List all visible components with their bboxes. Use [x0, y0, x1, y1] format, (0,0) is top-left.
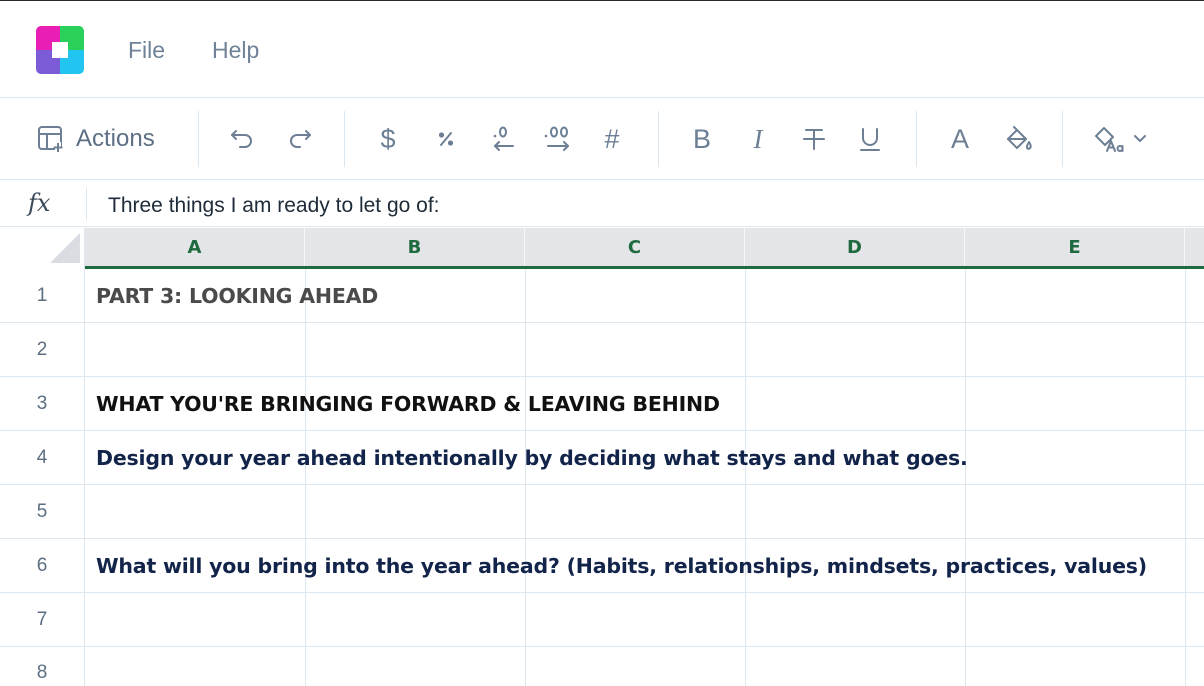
- actions-button[interactable]: Actions: [36, 98, 176, 180]
- cell-a3[interactable]: WHAT YOU'RE BRINGING FORWARD & LEAVING B…: [96, 377, 720, 431]
- redo-button[interactable]: [282, 98, 318, 180]
- toolbar-separator: [658, 111, 659, 167]
- column-header: A B C D E: [0, 228, 1204, 269]
- menu-file[interactable]: File: [128, 37, 165, 64]
- cell-a4[interactable]: Design your year ahead intentionally by …: [96, 431, 968, 485]
- increase-decimal-icon: [542, 124, 574, 154]
- table-add-icon: [36, 124, 66, 154]
- table-row: 3 WHAT YOU'RE BRINGING FORWARD & LEAVING…: [0, 377, 1204, 431]
- decrease-decimal-icon: [487, 124, 517, 154]
- bold-button[interactable]: B: [684, 98, 720, 180]
- row-number[interactable]: 7: [0, 593, 85, 647]
- row-number[interactable]: 1: [0, 269, 85, 323]
- toolbar: Actions $ # B I A: [0, 98, 1204, 180]
- formula-bar: fx Three things I am ready to let go of:: [0, 181, 1204, 227]
- increase-decimal-button[interactable]: [540, 98, 576, 180]
- select-all-triangle-icon: [50, 233, 80, 263]
- formula-input[interactable]: Three things I am ready to let go of:: [108, 194, 440, 218]
- table-row: 2: [0, 323, 1204, 377]
- toolbar-separator: [198, 111, 199, 167]
- decrease-decimal-button[interactable]: [484, 98, 520, 180]
- actions-label: Actions: [76, 125, 155, 152]
- table-row: 8: [0, 647, 1204, 686]
- select-all-corner[interactable]: [0, 228, 85, 269]
- undo-button[interactable]: [224, 98, 260, 180]
- row-number[interactable]: 6: [0, 539, 85, 593]
- table-row: 5: [0, 485, 1204, 539]
- number-format-button[interactable]: #: [594, 98, 630, 180]
- currency-button[interactable]: $: [370, 98, 406, 180]
- italic-icon: I: [753, 123, 763, 154]
- menu-help[interactable]: Help: [212, 37, 259, 64]
- row-number[interactable]: 2: [0, 323, 85, 377]
- format-style-icon: [1093, 125, 1125, 153]
- table-row: 1 PART 3: LOOKING AHEAD: [0, 269, 1204, 323]
- table-row: 4 Design your year ahead intentionally b…: [0, 431, 1204, 485]
- fill-color-icon: [1004, 124, 1034, 154]
- column-header-c[interactable]: C: [525, 228, 745, 266]
- column-header-d[interactable]: D: [745, 228, 965, 266]
- chevron-down-icon: [1131, 130, 1149, 148]
- app-logo: [36, 26, 84, 74]
- strikethrough-icon: [801, 126, 827, 152]
- redo-icon: [286, 125, 314, 153]
- row-number[interactable]: 4: [0, 431, 85, 485]
- font-color-icon: A: [950, 123, 969, 154]
- cell-a1[interactable]: PART 3: LOOKING AHEAD: [96, 269, 378, 323]
- underline-button[interactable]: [852, 98, 888, 180]
- column-header-e[interactable]: E: [965, 228, 1185, 266]
- font-color-button[interactable]: A: [942, 98, 978, 180]
- grid: 1 PART 3: LOOKING AHEAD 2 3 WHAT YOU'RE …: [0, 269, 1204, 686]
- toolbar-separator: [916, 111, 917, 167]
- format-style-dropdown[interactable]: [1086, 98, 1156, 180]
- row-number[interactable]: 3: [0, 377, 85, 431]
- column-header-overflow[interactable]: [1185, 228, 1204, 266]
- undo-icon: [228, 125, 256, 153]
- formula-separator: [86, 188, 87, 220]
- row-number[interactable]: 8: [0, 647, 85, 686]
- currency-icon: $: [380, 123, 396, 154]
- column-header-b[interactable]: B: [305, 228, 525, 266]
- menu-bar: File Help: [0, 1, 1204, 98]
- row-number[interactable]: 5: [0, 485, 85, 539]
- fill-color-button[interactable]: [1000, 98, 1038, 180]
- strikethrough-button[interactable]: [796, 98, 832, 180]
- toolbar-separator: [344, 111, 345, 167]
- cell-a6[interactable]: What will you bring into the year ahead?…: [96, 539, 1147, 593]
- italic-button[interactable]: I: [740, 98, 776, 180]
- number-format-icon: #: [604, 123, 620, 154]
- percent-button[interactable]: [428, 98, 464, 180]
- table-row: 7: [0, 593, 1204, 647]
- percent-icon: [434, 127, 458, 151]
- underline-icon: [857, 126, 883, 152]
- column-header-a[interactable]: A: [85, 228, 305, 266]
- table-row: 6 What will you bring into the year ahea…: [0, 539, 1204, 593]
- fx-icon: fx: [28, 189, 51, 217]
- bold-icon: B: [692, 123, 711, 154]
- toolbar-separator: [1062, 111, 1063, 167]
